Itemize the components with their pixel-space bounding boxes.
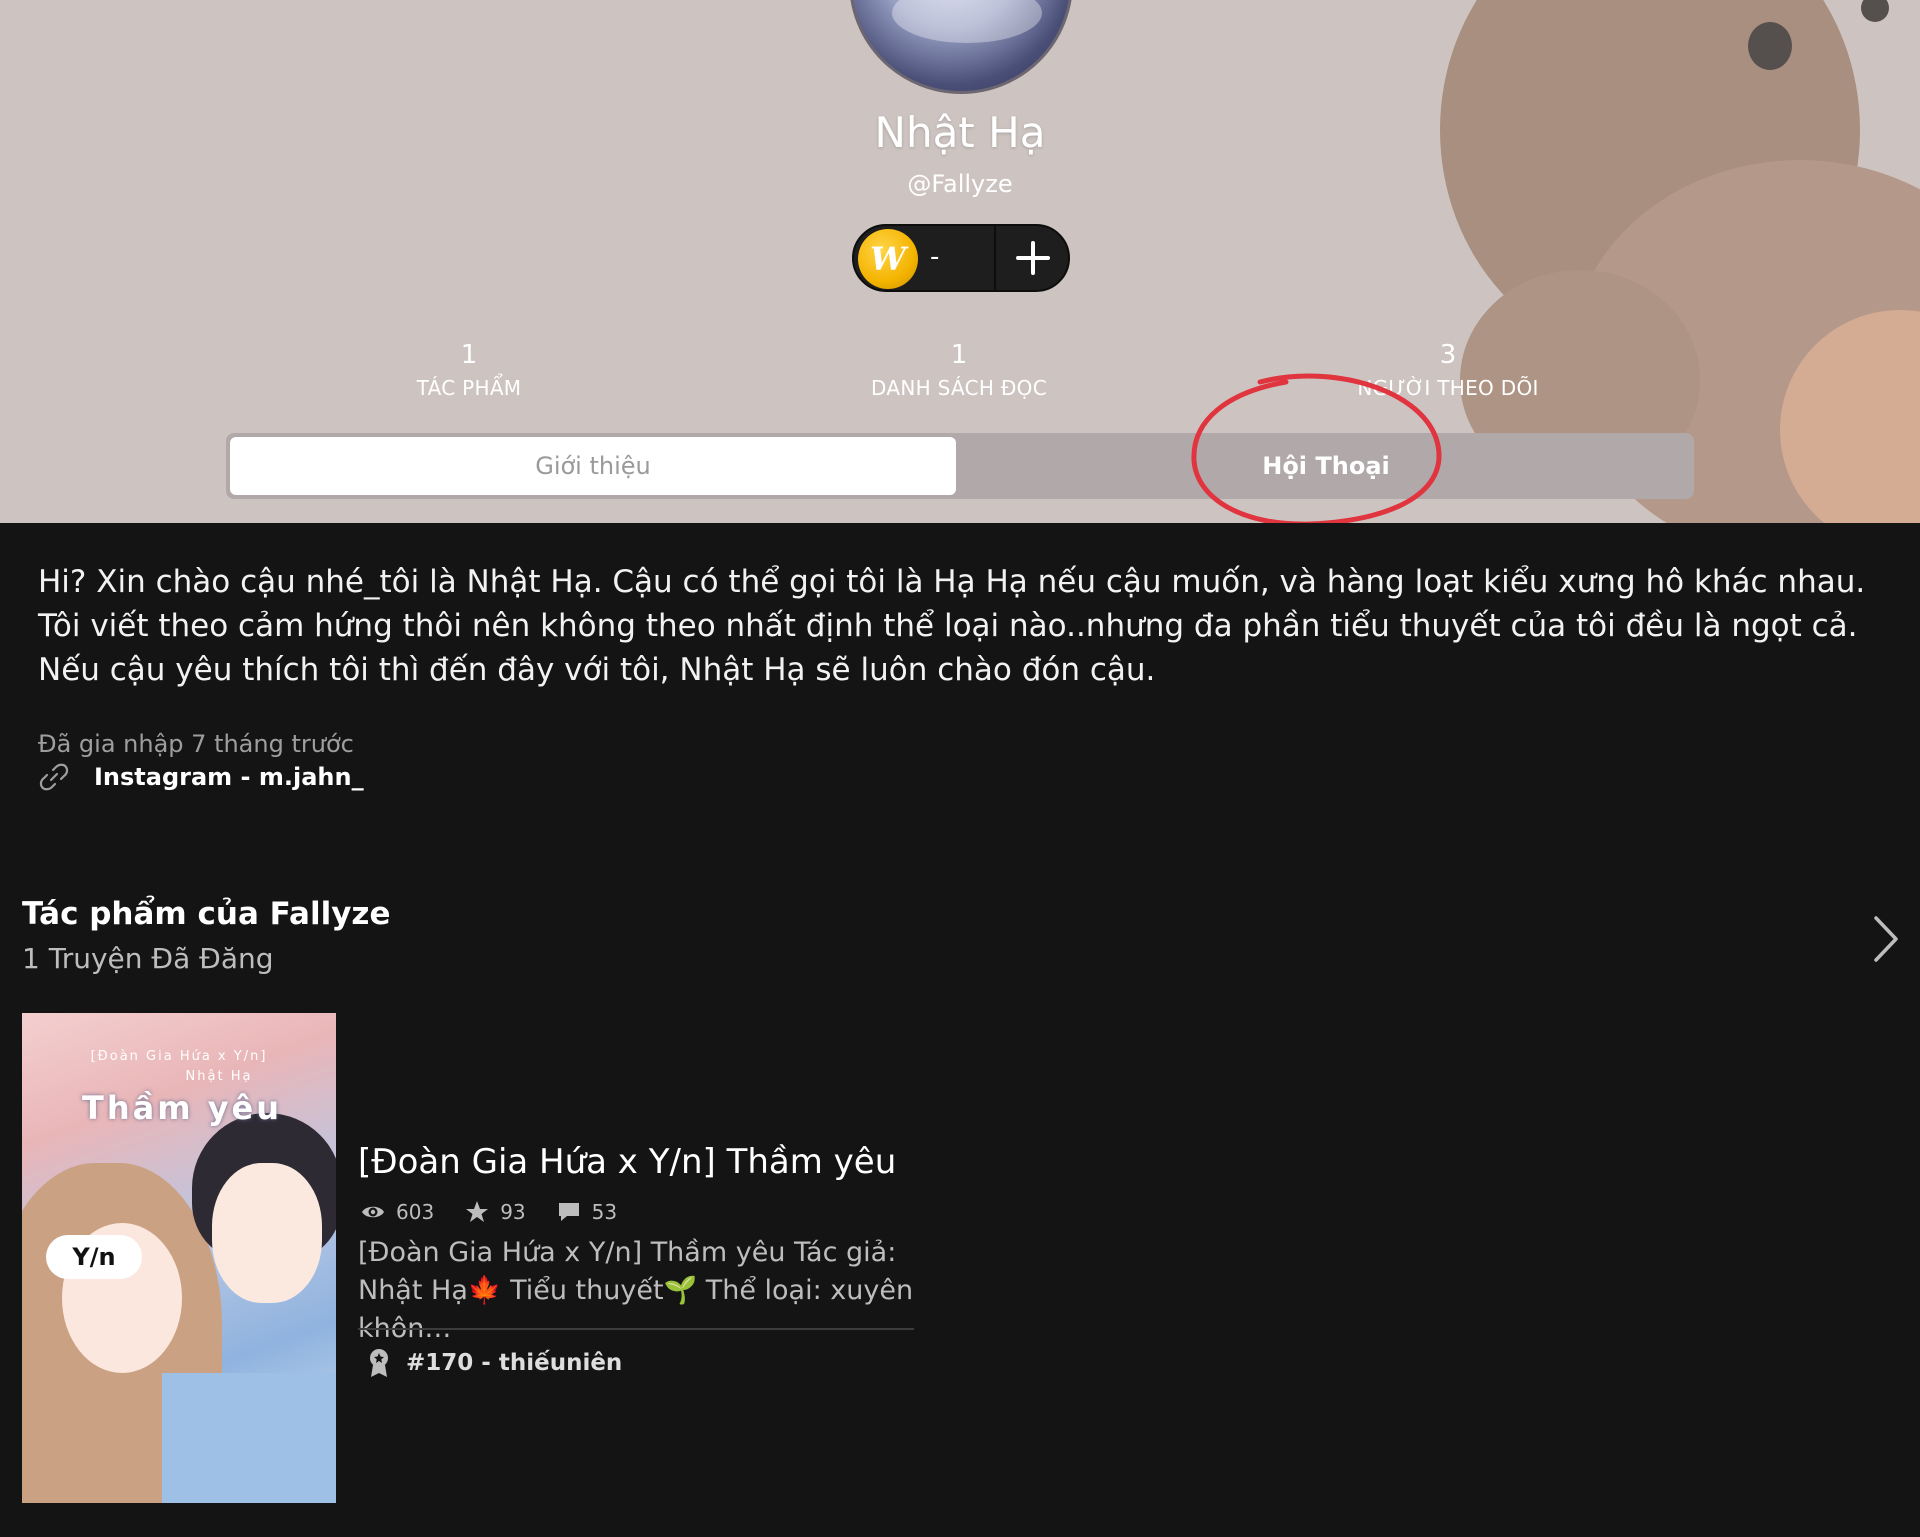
coin-balance-pill: W - — [852, 224, 1070, 292]
story-title[interactable]: [Đoàn Gia Hứa x Y/n] Thầm yêu — [358, 1142, 896, 1182]
story-reads: 603 — [396, 1200, 435, 1224]
story-cover[interactable]: [Đoàn Gia Hứa x Y/n] Nhật Hạ Thầm yêu Y/… — [22, 1013, 336, 1503]
username: @Fallyze — [907, 170, 1013, 198]
stat-works[interactable]: 1 TÁC PHẨM — [269, 340, 669, 400]
stat-reading-lists-label: DANH SÁCH ĐỌC — [871, 376, 1047, 400]
link-icon — [39, 763, 69, 791]
cover-yn-label: Y/n — [46, 1235, 142, 1279]
display-name: Nhật Hạ — [874, 108, 1046, 157]
eye-icon — [362, 1206, 384, 1218]
chevron-right-icon[interactable] — [1868, 912, 1904, 966]
plus-icon — [1016, 241, 1050, 275]
comment-icon — [558, 1203, 579, 1221]
cover-author-text: Nhật Hạ — [185, 1069, 253, 1084]
story-stats: 603 93 53 — [360, 1197, 647, 1227]
stat-reading-lists-count: 1 — [950, 340, 968, 370]
pill-divider — [994, 226, 996, 290]
link-text: Instagram - m.jahn_ — [94, 763, 364, 791]
works-count: 1 Truyện Đã Đăng — [22, 942, 274, 975]
story-comments: 53 — [591, 1200, 618, 1224]
profile-tabs: Giới thiệu Hội Thoại — [226, 433, 1694, 499]
ranking-ribbon-icon — [370, 1349, 388, 1377]
wattpad-coin-icon: W — [858, 229, 918, 289]
story-rank[interactable]: #170 - thiếuniên — [366, 1346, 622, 1380]
buy-coins-button[interactable] — [998, 226, 1068, 290]
story-votes: 93 — [500, 1200, 526, 1224]
profile-header: Nhật Hạ @Fallyze W - 1 TÁC PHẨM 1 DANH S… — [0, 0, 1920, 523]
cover-art-uniform — [162, 1373, 336, 1503]
cover-series-text: [Đoàn Gia Hứa x Y/n] — [90, 1049, 268, 1064]
stat-followers[interactable]: 3 NGƯỜI THEO DÕI — [1248, 340, 1648, 400]
stat-reading-lists[interactable]: 1 DANH SÁCH ĐỌC — [759, 340, 1159, 400]
about-text: Hi? Xin chào cậu nhé_tôi là Nhật Hạ. Cậu… — [38, 564, 1866, 688]
stat-followers-count: 3 — [1439, 340, 1457, 370]
story-divider — [358, 1328, 914, 1330]
joined-date: Đã gia nhập 7 tháng trước — [38, 730, 354, 758]
rank-text: #170 - thiếuniên — [406, 1350, 623, 1376]
cover-art-boy-face — [212, 1163, 322, 1303]
tab-about[interactable]: Giới thiệu — [230, 437, 956, 495]
tab-conversations[interactable]: Hội Thoại — [962, 437, 1690, 495]
external-link[interactable]: Instagram - m.jahn_ — [38, 760, 364, 794]
coin-count: - — [930, 242, 940, 272]
works-section-title: Tác phẩm của Fallyze — [22, 896, 391, 932]
stat-works-label: TÁC PHẨM — [416, 376, 522, 400]
story-description: [Đoàn Gia Hứa x Y/n] Thầm yêu Tác giả: N… — [358, 1237, 914, 1344]
stat-followers-label: NGƯỜI THEO DÕI — [1357, 376, 1539, 400]
star-icon — [466, 1201, 489, 1222]
cover-title-text: Thầm yêu — [82, 1089, 283, 1127]
stat-works-count: 1 — [460, 340, 478, 370]
